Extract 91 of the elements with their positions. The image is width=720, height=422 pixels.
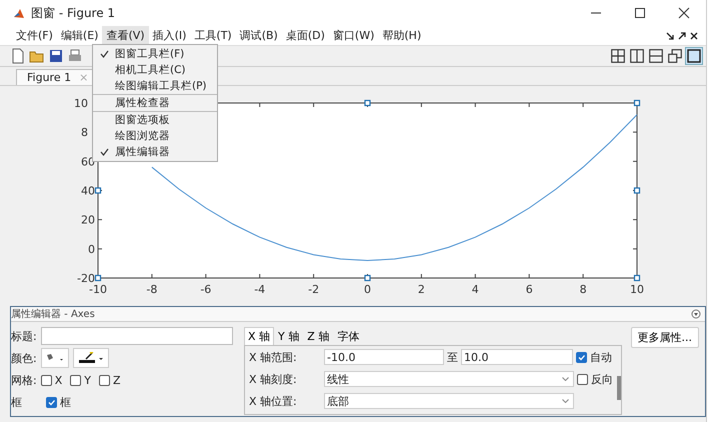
line-color-button[interactable]	[72, 348, 109, 368]
selection-handle[interactable]	[364, 100, 371, 106]
checkbox[interactable]	[70, 374, 82, 386]
window-title: 图窗 - Figure 1	[31, 4, 116, 22]
title-field[interactable]	[40, 327, 233, 345]
tick-label: 8	[81, 126, 88, 140]
checkbox[interactable]	[40, 374, 52, 386]
tick-label: 10	[74, 97, 88, 110]
checkbox-label: Y	[84, 374, 91, 386]
menu-item[interactable]: 插入(I)	[148, 26, 190, 45]
tick-label: 0	[364, 283, 371, 296]
float-windows-icon[interactable]	[667, 48, 683, 64]
location-dropdown[interactable]: 底部	[324, 393, 574, 409]
checkbox-label: 框	[60, 394, 71, 410]
close-icon[interactable]	[690, 32, 698, 40]
scrollbar-thumb[interactable]	[617, 376, 621, 400]
tick-label: -10	[89, 283, 107, 296]
range-from-field[interactable]: -10.0	[324, 349, 444, 365]
chevron-down-icon	[562, 377, 569, 381]
field-label: 网格:	[11, 372, 37, 388]
selection-handle[interactable]	[634, 274, 640, 282]
tab[interactable]: 字体	[333, 327, 364, 345]
chevron-down-icon	[562, 399, 569, 403]
undock-arrow-icon[interactable]	[666, 32, 674, 40]
menu-option[interactable]: 属性检查器	[93, 95, 217, 111]
tick-label: -20	[77, 272, 95, 285]
tick-label: 8	[580, 283, 587, 296]
collapse-icon[interactable]	[691, 309, 701, 319]
panel-title: 属性编辑器 - Axes	[11, 308, 95, 321]
tick-label: -6	[200, 283, 212, 296]
selection-handle[interactable]	[94, 274, 102, 282]
range-to-field[interactable]: 10.0	[461, 349, 573, 365]
single-layout-icon[interactable]	[686, 48, 702, 64]
menu-option[interactable]: 相机工具栏(C)	[93, 62, 217, 78]
more-properties-button[interactable]: 更多属性...	[630, 327, 699, 348]
menu-option[interactable]: 图窗工具栏(F)	[93, 46, 217, 62]
field-label: 颜色:	[11, 350, 37, 366]
menu-option[interactable]: 绘图编辑工具栏(P)	[93, 78, 217, 94]
menu-item[interactable]: 查看(V)	[102, 26, 149, 45]
tick-label: 6	[526, 283, 533, 296]
tab[interactable]: Z 轴	[303, 327, 334, 345]
checkbox-label: X	[54, 374, 62, 386]
tick-label: 10	[630, 283, 644, 296]
selection-handle[interactable]	[634, 100, 640, 106]
pen-icon	[76, 352, 105, 364]
field-label: 至	[447, 350, 458, 364]
field-label: 标题:	[11, 328, 37, 344]
new-file-icon[interactable]	[10, 48, 26, 64]
dock-arrow-icon[interactable]	[678, 32, 686, 40]
tick-label: -2	[308, 283, 320, 296]
tick-label: 20	[81, 214, 95, 227]
app-logo-icon	[13, 7, 25, 19]
checkbox[interactable]	[577, 374, 588, 384]
rows-layout-icon[interactable]	[648, 48, 664, 64]
menu-item[interactable]: 调试(B)	[236, 26, 282, 45]
menu-option[interactable]: 图窗选项板	[93, 112, 217, 128]
tab[interactable]: Y 轴	[274, 327, 304, 345]
selection-handle[interactable]	[94, 187, 102, 194]
tick-label: 0	[88, 242, 95, 256]
checkbox[interactable]	[46, 396, 57, 408]
menu-item[interactable]: 文件(F)	[12, 26, 57, 45]
selection-handle[interactable]	[364, 274, 371, 282]
save-icon[interactable]	[48, 48, 64, 64]
tick-label: -4	[254, 283, 266, 296]
menu-item[interactable]: 桌面(D)	[282, 26, 329, 45]
tick-label: 4	[472, 283, 479, 296]
menu-option[interactable]: 绘图浏览器	[93, 128, 217, 144]
field-label: 框	[11, 394, 22, 410]
tick-label: 2	[418, 283, 425, 296]
menu-item[interactable]: 编辑(E)	[56, 26, 102, 45]
fill-color-button[interactable]	[40, 348, 69, 368]
columns-layout-icon[interactable]	[629, 48, 645, 64]
field-label: X 轴位置:	[249, 394, 298, 408]
checkbox[interactable]	[576, 352, 587, 362]
printer-icon[interactable]	[67, 48, 83, 64]
field-label: X 轴范围:	[249, 350, 298, 364]
checkbox-label: 自动	[590, 350, 612, 364]
menu-item[interactable]: 窗口(W)	[328, 26, 378, 45]
checkbox-label: 反向	[591, 372, 613, 386]
menu-item[interactable]: 帮助(H)	[378, 26, 426, 45]
tab[interactable]: X 轴	[244, 327, 274, 345]
grid-layout-icon[interactable]	[610, 48, 626, 64]
scale-dropdown[interactable]: 线性	[324, 371, 574, 387]
selection-handle[interactable]	[634, 187, 640, 194]
menu-option[interactable]: 属性编辑器	[93, 144, 217, 160]
checkbox[interactable]	[99, 374, 110, 386]
checkbox-label: Z	[113, 374, 121, 386]
tick-label: 40	[81, 184, 95, 198]
field-label: X 轴刻度:	[249, 372, 298, 386]
menu-item[interactable]: 工具(T)	[190, 26, 236, 45]
tick-label: -8	[146, 283, 158, 296]
